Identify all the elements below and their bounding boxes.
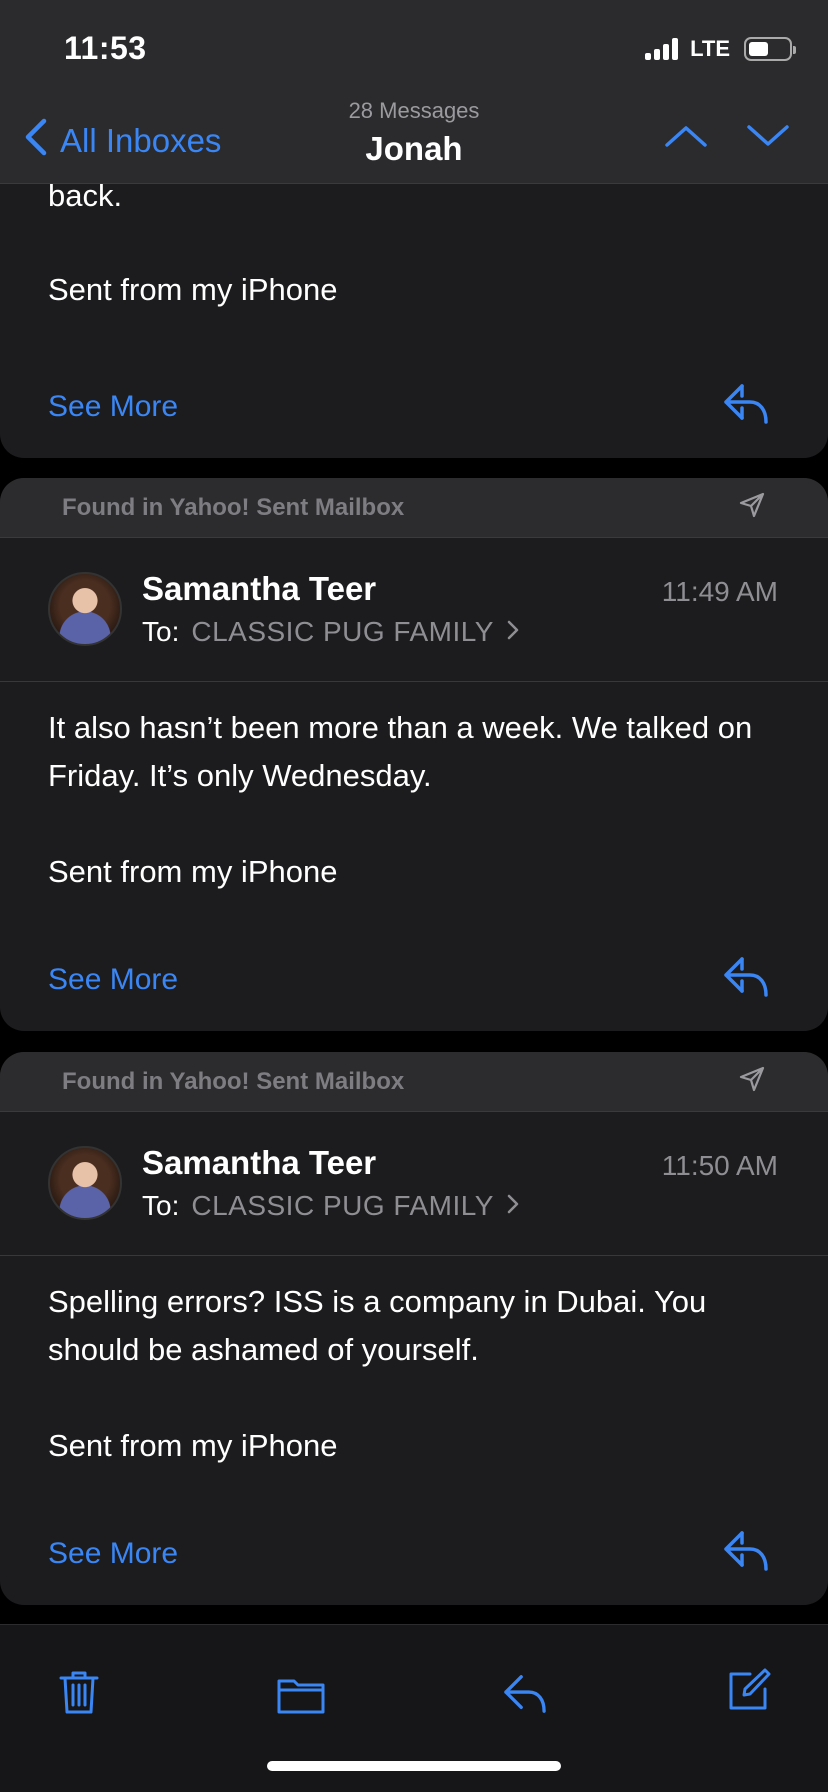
sender-name: Samantha Teer xyxy=(142,1144,377,1181)
found-in-banner: Found in Yahoo! Sent Mailbox xyxy=(0,1052,828,1112)
signal-icon xyxy=(645,38,679,60)
see-more-row: See More xyxy=(0,378,828,440)
folder-icon[interactable] xyxy=(276,1675,326,1720)
found-in-banner: Found in Yahoo! Sent Mailbox xyxy=(0,478,828,538)
trash-icon[interactable] xyxy=(58,1669,100,1720)
message-card-2: Found in Yahoo! Sent Mailbox Samantha Te… xyxy=(0,478,828,1031)
home-indicator[interactable] xyxy=(267,1761,561,1771)
reply-icon[interactable] xyxy=(722,382,770,431)
sent-arrow-icon xyxy=(738,1065,766,1098)
battery-icon xyxy=(744,37,796,61)
message-time: 11:49 AM xyxy=(661,576,778,607)
reply-icon[interactable] xyxy=(722,1529,770,1578)
sender-name: Samantha Teer xyxy=(142,570,377,607)
mail-thread-screen: back. Sent from my iPhone See More Found… xyxy=(0,0,828,1792)
message-time: 11:50 AM xyxy=(661,1150,778,1181)
message-signature: Sent from my iPhone xyxy=(48,854,338,889)
message-count: 28 Messages xyxy=(348,98,480,123)
chevron-right-icon xyxy=(506,1190,520,1222)
to-label: To: xyxy=(142,1190,180,1221)
recipient-line[interactable]: To: CLASSIC PUG FAMILY xyxy=(142,616,520,648)
to-label: To: xyxy=(142,616,180,647)
see-more-link[interactable]: See More xyxy=(48,1537,178,1571)
message-signature: Sent from my iPhone xyxy=(48,272,338,307)
status-indicators: LTE xyxy=(645,36,796,62)
message-header[interactable]: Samantha Teer To: CLASSIC PUG FAMILY 11:… xyxy=(0,538,828,682)
message-body: It also hasn’t been more than a week. We… xyxy=(0,682,828,896)
next-message-button[interactable] xyxy=(746,124,790,153)
message-body: Spelling errors? ISS is a company in Dub… xyxy=(0,1256,828,1470)
see-more-row: See More xyxy=(0,1525,828,1587)
reply-icon[interactable] xyxy=(722,955,770,1004)
message-signature: Sent from my iPhone xyxy=(48,1428,338,1463)
sender-avatar xyxy=(48,572,122,646)
found-in-text: Found in Yahoo! Sent Mailbox xyxy=(62,1067,405,1095)
compose-icon[interactable] xyxy=(726,1667,772,1718)
sender-avatar xyxy=(48,1146,122,1220)
recipient-name: CLASSIC PUG FAMILY xyxy=(191,1190,494,1221)
sent-arrow-icon xyxy=(738,491,766,524)
found-in-text: Found in Yahoo! Sent Mailbox xyxy=(62,493,405,521)
message-header[interactable]: Samantha Teer To: CLASSIC PUG FAMILY 11:… xyxy=(0,1112,828,1256)
thread-navigation xyxy=(664,124,790,153)
previous-message-button[interactable] xyxy=(664,124,708,153)
message-body-text: Spelling errors? ISS is a company in Dub… xyxy=(48,1284,707,1367)
see-more-link[interactable]: See More xyxy=(48,963,178,997)
chevron-right-icon xyxy=(506,616,520,648)
recipient-name: CLASSIC PUG FAMILY xyxy=(191,616,494,647)
recipient-line[interactable]: To: CLASSIC PUG FAMILY xyxy=(142,1190,520,1222)
message-card-3: Found in Yahoo! Sent Mailbox Samantha Te… xyxy=(0,1052,828,1605)
navigation-bar: 11:53 LTE All Inboxes 28 Messages Jonah xyxy=(0,0,828,184)
network-type: LTE xyxy=(690,36,730,61)
reply-icon[interactable] xyxy=(500,1673,550,1720)
message-body-text: It also hasn’t been more than a week. We… xyxy=(48,710,753,793)
status-time: 11:53 xyxy=(64,30,147,66)
see-more-row: See More xyxy=(0,951,828,1013)
see-more-link[interactable]: See More xyxy=(48,390,178,424)
